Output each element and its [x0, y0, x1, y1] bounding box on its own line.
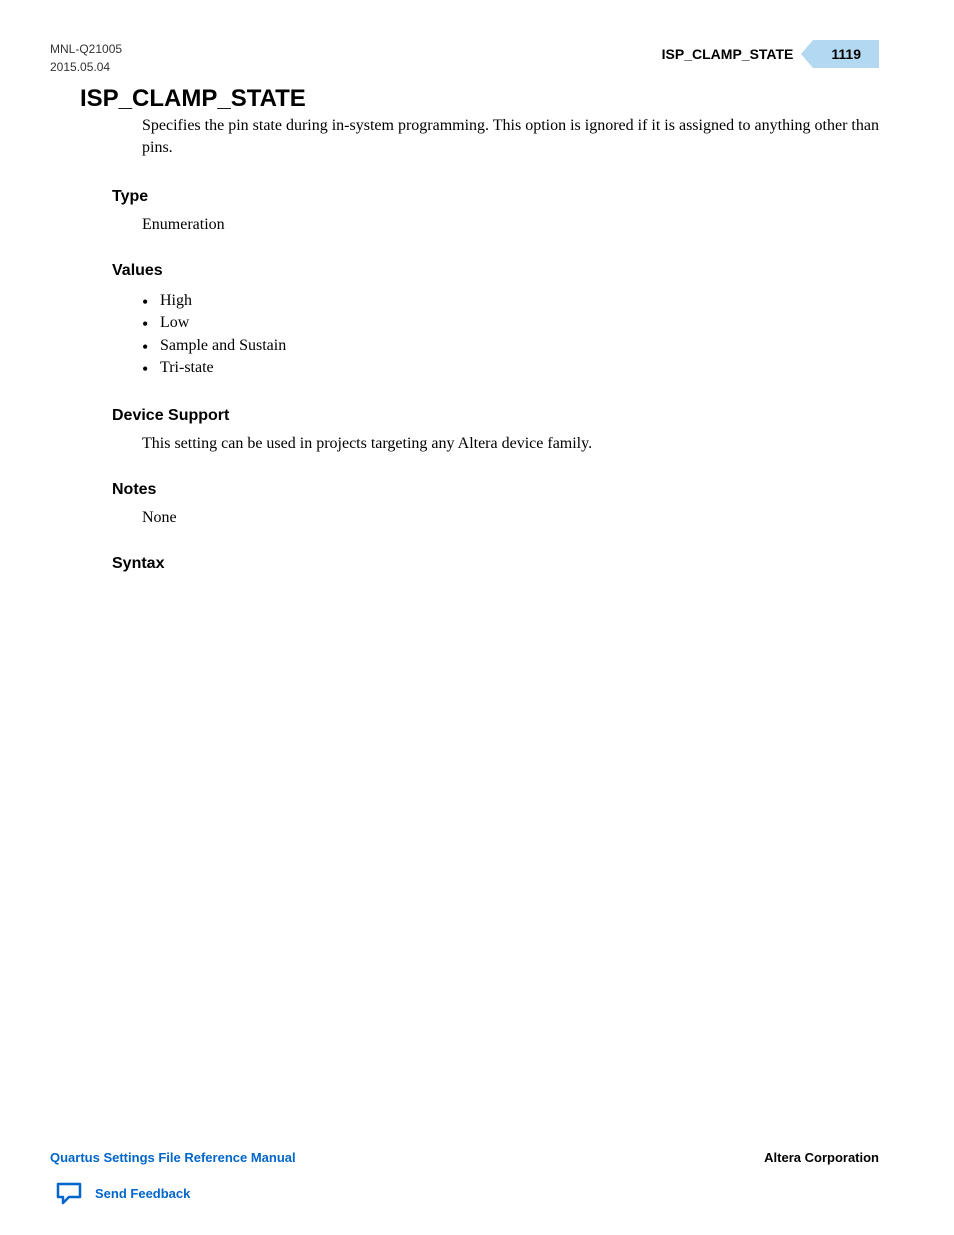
- notes-heading: Notes: [112, 481, 879, 499]
- intro-text: Specifies the pin state during in-system…: [142, 115, 879, 160]
- page-number-badge: 1119: [813, 40, 879, 68]
- device-support-heading: Device Support: [112, 407, 879, 425]
- values-list: High Low Sample and Sustain Tri-state: [142, 290, 879, 380]
- page-header: MNL-Q21005 2015.05.04 ISP_CLAMP_STATE 11…: [50, 40, 879, 76]
- feedback-label: Send Feedback: [95, 1186, 190, 1201]
- syntax-heading: Syntax: [112, 555, 879, 573]
- comment-icon: [55, 1181, 83, 1205]
- list-item: Sample and Sustain: [142, 335, 879, 357]
- main-heading: ISP_CLAMP_STATE: [80, 85, 306, 113]
- notes-body: None: [142, 509, 879, 527]
- list-item: Low: [142, 312, 879, 334]
- values-heading: Values: [112, 262, 879, 280]
- device-support-body: This setting can be used in projects tar…: [142, 435, 879, 453]
- footer-company: Altera Corporation: [764, 1150, 879, 1165]
- send-feedback-link[interactable]: Send Feedback: [55, 1181, 190, 1205]
- type-heading: Type: [112, 188, 879, 206]
- doc-id: MNL-Q21005: [50, 40, 122, 58]
- header-left: MNL-Q21005 2015.05.04: [50, 40, 122, 76]
- header-section-title: ISP_CLAMP_STATE: [662, 46, 814, 62]
- doc-date: 2015.05.04: [50, 58, 122, 76]
- footer-manual-title[interactable]: Quartus Settings File Reference Manual: [50, 1150, 296, 1165]
- page-footer: Quartus Settings File Reference Manual A…: [50, 1150, 879, 1165]
- list-item: Tri-state: [142, 357, 879, 379]
- type-body: Enumeration: [142, 216, 879, 234]
- content-area: Specifies the pin state during in-system…: [142, 115, 879, 583]
- list-item: High: [142, 290, 879, 312]
- header-right: ISP_CLAMP_STATE 1119: [662, 40, 879, 68]
